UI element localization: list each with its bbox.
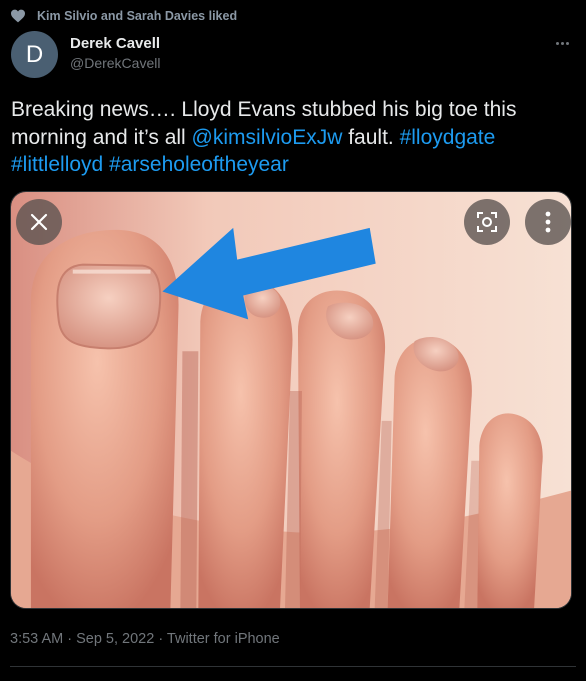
avatar-letter: D: [25, 40, 44, 68]
author-handle[interactable]: @DerekCavell: [70, 55, 160, 71]
close-button[interactable]: [16, 199, 62, 245]
tweet-photo[interactable]: [10, 191, 572, 609]
more-options-button[interactable]: [550, 35, 574, 51]
hashtag-link-arseholeoftheyear[interactable]: #arseholeoftheyear: [109, 153, 289, 176]
close-icon: [30, 213, 48, 231]
divider: [10, 666, 576, 667]
more-dot: [560, 41, 564, 45]
hashtag-link-lloydgate[interactable]: #lloydgate: [400, 126, 496, 149]
toe-photo: [11, 192, 571, 608]
lens-button[interactable]: [464, 199, 510, 245]
heart-icon: [11, 9, 25, 23]
more-dot: [555, 41, 559, 45]
mention-link[interactable]: @kimsilvioExJw: [192, 126, 343, 149]
social-context-text[interactable]: Kim Silvio and Sarah Davies liked: [37, 9, 237, 23]
more-vertical-icon: [545, 211, 551, 233]
more-vertical-button[interactable]: [525, 199, 571, 245]
tweet-text: Breaking news…. Lloyd Evans stubbed his …: [11, 96, 571, 179]
tweet-timestamp[interactable]: 3:53 AM · Sep 5, 2022 · Twitter for iPho…: [10, 631, 280, 647]
hashtag-link-littlelloyd[interactable]: #littlelloyd: [11, 153, 103, 176]
avatar[interactable]: D: [11, 31, 58, 78]
tweet-text-middle: fault.: [342, 125, 400, 149]
lens-icon: [477, 212, 497, 232]
author-name[interactable]: Derek Cavell: [70, 35, 160, 52]
more-dot: [565, 41, 569, 45]
social-context[interactable]: Kim Silvio and Sarah Davies liked: [10, 9, 237, 23]
